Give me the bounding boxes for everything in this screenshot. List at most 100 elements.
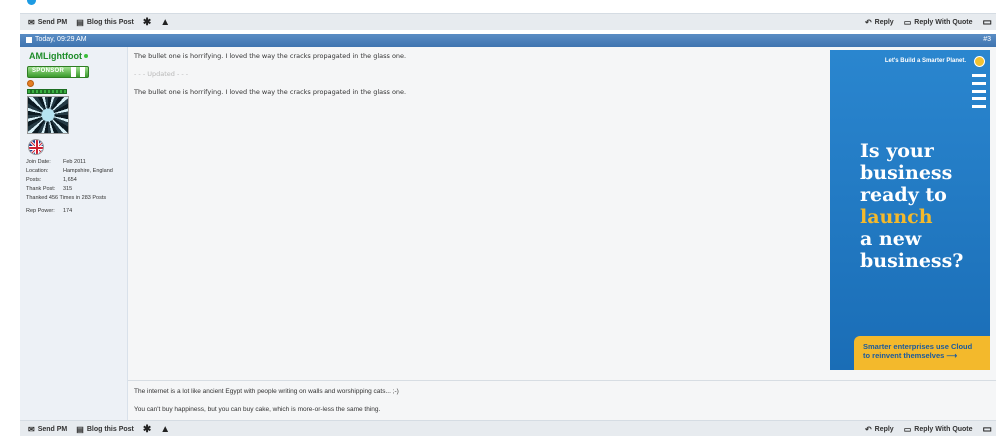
stat-value: 174 xyxy=(63,208,73,214)
envelope-icon: ✉ xyxy=(28,424,35,434)
username: AMLightfoot xyxy=(29,51,82,61)
post-message-text: The bullet one is horrifying. I loved th… xyxy=(134,88,407,96)
ad-tagline: Let's Build a Smarter Planet. xyxy=(884,58,966,64)
smarter-planet-icon xyxy=(974,56,985,67)
ad-headline-line: Is your xyxy=(860,140,934,162)
calendar-icon xyxy=(26,36,32,43)
reply-label: Reply xyxy=(874,19,894,26)
stat-value: Hampshire, England xyxy=(63,168,113,174)
reply-label: Reply xyxy=(874,426,894,433)
post-action-bar: ✉ Send PM ▤ Blog this Post ✱ ▲ ↶ Reply ▭… xyxy=(20,420,996,436)
stat-label: Rep Power: xyxy=(26,208,55,214)
signature-divider xyxy=(128,380,996,381)
rank-icon xyxy=(27,80,34,87)
stat-join-date: Join Date: Feb 2011 xyxy=(26,158,113,167)
blog-post-label: Blog this Post xyxy=(86,426,134,433)
warning-icon[interactable]: ▲ xyxy=(160,424,170,435)
stat-posts: Posts: 1,654 xyxy=(26,176,113,185)
online-status-icon xyxy=(83,54,88,58)
signature-line: The internet is a lot like ancient Egypt… xyxy=(134,388,399,395)
post-number-link[interactable]: #3 xyxy=(983,36,991,43)
reply-quote-label: Reply With Quote xyxy=(914,19,973,26)
arrow-right-icon: ⟶ xyxy=(946,351,958,360)
ad-headline-line: business? xyxy=(860,250,964,272)
blog-post-label: Blog this Post xyxy=(86,19,134,26)
stat-value: Feb 2011 xyxy=(63,159,86,165)
warning-icon[interactable]: ▲ xyxy=(160,17,170,28)
signature-line: You can't buy happiness, but you can buy… xyxy=(134,406,381,413)
stat-label: Thank Post: xyxy=(26,186,56,192)
reply-arrow-icon: ↶ xyxy=(864,17,872,27)
stat-thank-post: Thank Post: 315 xyxy=(26,185,113,194)
user-stats: Join Date: Feb 2011 Location: Hampshire,… xyxy=(26,158,113,216)
ad-cta-line-text: to reinvent themselves xyxy=(863,351,945,360)
ibm-advertisement[interactable]: Let's Build a Smarter Planet. Is your bu… xyxy=(830,50,990,370)
post-message-text: The bullet one is horrifying. I loved th… xyxy=(134,52,407,60)
send-pm-button[interactable]: ✉ Send PM xyxy=(28,17,68,27)
send-pm-label: Send PM xyxy=(37,426,68,433)
sponsor-badge-stripe xyxy=(80,67,85,77)
logo-stripe xyxy=(972,74,986,77)
blog-this-post-button[interactable]: ▤ Blog this Post xyxy=(76,17,134,27)
blog-icon: ▤ xyxy=(76,424,84,434)
rep-pip xyxy=(63,89,67,94)
multi-quote-icon[interactable]: ▭ xyxy=(983,424,992,435)
updated-marker: - - - Updated - - - xyxy=(134,70,189,78)
send-pm-label: Send PM xyxy=(37,19,68,26)
action-bar-right: ↶ Reply ▭ Reply With Quote ▭ xyxy=(865,14,992,31)
post-header: Today, 09:29 AM #3 xyxy=(20,34,996,47)
previous-post-action-bar: ✉ Send PM ▤ Blog this Post ✱ ▲ ↶ Reply ▭… xyxy=(20,13,996,30)
envelope-icon: ✉ xyxy=(28,17,35,27)
stat-rep-power: Rep Power: 174 xyxy=(26,207,113,216)
ad-cta-text: Smarter enterprises use Cloud to reinven… xyxy=(863,342,972,360)
quote-bubble-icon: ▭ xyxy=(903,424,912,434)
reputation-bar xyxy=(27,89,67,94)
ad-headline-line: business xyxy=(860,162,953,184)
action-bar-left: ✉ Send PM ▤ Blog this Post ✱ ▲ xyxy=(28,14,170,31)
uk-flag-icon xyxy=(28,139,44,155)
stat-location: Location: Hampshire, England xyxy=(26,167,113,176)
user-info-panel: AMLightfoot SPONSOR Join Date: Feb 2011 … xyxy=(20,47,128,420)
sponsor-badge: SPONSOR xyxy=(27,66,89,78)
stat-thanked-text: Thanked 456 Times in 283 Posts xyxy=(26,195,107,201)
ad-headline-line: ready to xyxy=(860,184,947,206)
multi-quote-icon[interactable]: ▭ xyxy=(983,17,992,28)
asterisk-icon[interactable]: ✱ xyxy=(143,424,151,435)
ibm-logo-icon xyxy=(972,74,986,108)
skype-icon[interactable] xyxy=(27,0,36,5)
sponsor-badge-label: SPONSOR xyxy=(32,68,65,74)
action-bar-left: ✉ Send PM ▤ Blog this Post ✱ ▲ xyxy=(28,421,170,436)
reply-quote-label: Reply With Quote xyxy=(914,426,973,433)
username-link[interactable]: AMLightfoot xyxy=(29,51,88,61)
asterisk-icon[interactable]: ✱ xyxy=(143,17,151,28)
stat-label: Location: xyxy=(26,168,49,174)
reply-button[interactable]: ↶ Reply xyxy=(864,424,894,434)
uk-flag-graphic xyxy=(29,140,43,154)
blog-this-post-button[interactable]: ▤ Blog this Post xyxy=(76,424,134,434)
reply-with-quote-button[interactable]: ▭ Reply With Quote xyxy=(903,424,973,434)
reply-arrow-icon: ↶ xyxy=(864,424,872,434)
stat-label: Join Date: xyxy=(26,159,51,165)
ad-cta-button[interactable]: Smarter enterprises use Cloud to reinven… xyxy=(854,336,990,370)
ad-headline: Is your business ready to launch a new b… xyxy=(860,140,963,272)
ad-headline-line: a new xyxy=(860,228,922,250)
logo-stripe xyxy=(972,105,986,108)
blog-icon: ▤ xyxy=(76,17,84,27)
reply-with-quote-button[interactable]: ▭ Reply With Quote xyxy=(903,17,973,27)
stat-thanked: Thanked 456 Times in 283 Posts xyxy=(26,194,113,203)
avatar[interactable] xyxy=(27,96,69,134)
post-content: The bullet one is horrifying. I loved th… xyxy=(128,47,996,420)
logo-stripe xyxy=(972,89,986,93)
quote-bubble-icon: ▭ xyxy=(903,17,912,27)
stat-label: Posts: xyxy=(26,177,42,183)
logo-stripe xyxy=(972,81,986,85)
sponsor-badge-stripe xyxy=(71,67,76,77)
logo-stripe xyxy=(972,97,986,101)
reply-button[interactable]: ↶ Reply xyxy=(864,17,894,27)
stat-value: 1,654 xyxy=(63,177,77,183)
send-pm-button[interactable]: ✉ Send PM xyxy=(28,424,68,434)
ad-cta-line: Smarter enterprises use Cloud xyxy=(863,342,973,351)
action-bar-right: ↶ Reply ▭ Reply With Quote ▭ xyxy=(865,421,992,436)
post-date-label: Today, 09:29 AM xyxy=(35,36,87,43)
forum-post-wrapper: ✉ Send PM ▤ Blog this Post ✱ ▲ ↶ Reply ▭… xyxy=(20,0,996,436)
